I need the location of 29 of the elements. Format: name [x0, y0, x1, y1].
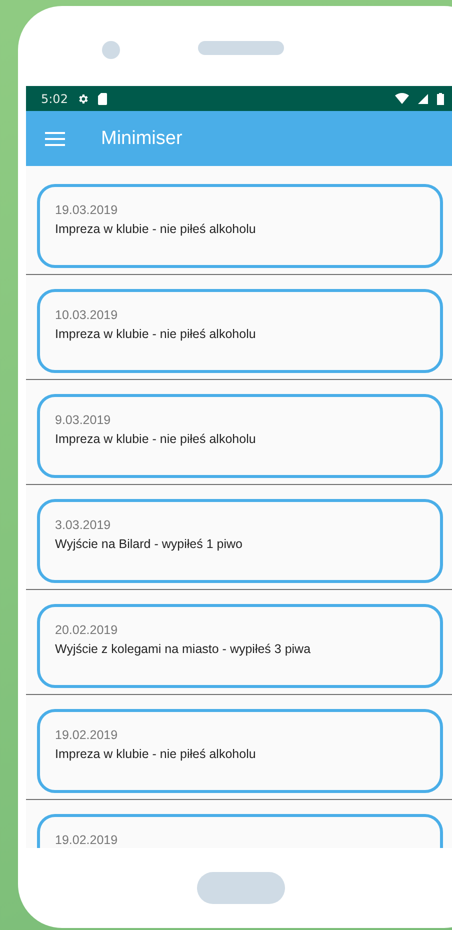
entry-description: Impreza w klubie - nie piłeś alkoholu [55, 747, 257, 761]
entry-card[interactable]: 20.02.2019 Wyjście z kolegami na miasto - wypiłeś 3 piwa [37, 604, 443, 688]
entry-card[interactable]: 9.03.2019 Impreza w klubie - nie piłeś alkoholu [37, 394, 443, 478]
status-time: 5:02 [41, 92, 68, 106]
entry-date: 19.02.2019 [55, 728, 119, 742]
entry-card[interactable]: 10.03.2019 Impreza w klubie - nie piłeś alkoholu [37, 289, 443, 373]
camera-dot [102, 41, 120, 59]
entry-card[interactable]: 3.03.2019 Wyjście na Bilard - wypiłeś 1 piwo [37, 499, 443, 583]
sd-card-icon [98, 92, 107, 104]
entry-description: Wyjście z kolegami na miasto - wypiłeś 3 piwa [55, 642, 312, 656]
entry-description: Impreza w klubie - nie piłeś alkoholu [55, 222, 257, 236]
entry-card[interactable]: 19.02.2019 Impreza w klubie - nie piłeś alkoholu [37, 709, 443, 793]
entry-description: Impreza w klubie - nie piłeś alkoholu [55, 432, 257, 446]
signal-icon [418, 94, 428, 104]
entry-card[interactable]: 19.03.2019 Impreza w klubie - nie piłeś alkoholu [37, 184, 443, 268]
app-title: Minimiser [101, 128, 182, 150]
menu-icon[interactable] [45, 132, 65, 146]
entry-date: 10.03.2019 [55, 308, 119, 322]
entry-date: 19.02.2019 [55, 833, 119, 847]
entry-date: 20.02.2019 [55, 623, 119, 637]
entry-description: Wyjście na Bilard - wypiłeś 1 piwo [55, 537, 244, 551]
home-button[interactable] [197, 872, 285, 904]
entry-date: 9.03.2019 [55, 413, 112, 427]
entry-date: 19.03.2019 [55, 203, 119, 217]
gear-icon [76, 92, 89, 104]
entry-description: Impreza w klubie - nie piłeś alkoholu [55, 327, 257, 341]
entry-date: 3.03.2019 [55, 518, 112, 532]
wifi-icon [395, 93, 409, 104]
battery-icon [437, 92, 444, 104]
